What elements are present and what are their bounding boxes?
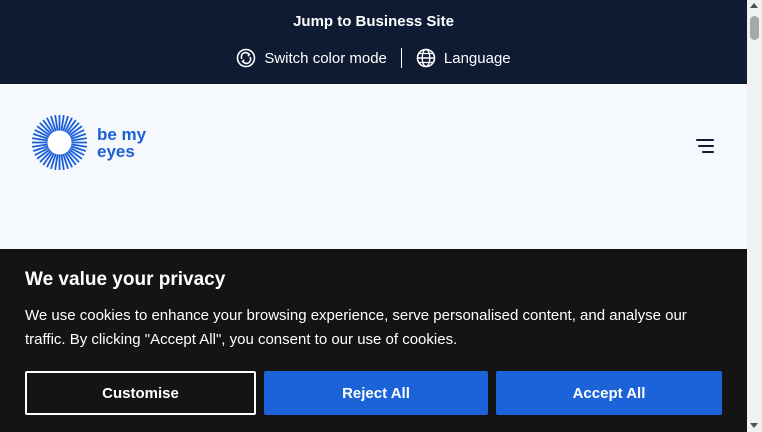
scrollbar[interactable] — [747, 0, 762, 432]
site-logo[interactable]: be my eyes — [32, 115, 146, 170]
logo-line-1: be my — [97, 124, 147, 144]
menu-line-bottom — [702, 151, 714, 153]
language-label: Language — [443, 49, 511, 67]
sunburst-center — [47, 130, 72, 155]
sunburst-logo-icon — [32, 115, 87, 170]
cookie-banner: We value your privacy We use cookies to … — [0, 249, 747, 432]
cookie-title: We value your privacy — [25, 269, 226, 290]
globe-icon — [416, 48, 436, 68]
scroll-up-arrow-icon[interactable] — [750, 3, 758, 8]
top-controls: Switch color mode Language — [0, 48, 747, 68]
color-mode-label: Switch color mode — [264, 49, 387, 67]
top-divider — [400, 48, 402, 68]
scroll-thumb[interactable] — [750, 16, 759, 40]
business-site-link[interactable]: Jump to Business Site — [0, 13, 747, 30]
accept-all-button[interactable]: Accept All — [496, 371, 722, 415]
menu-line-top — [696, 139, 714, 141]
logo-wordmark: be my eyes — [97, 126, 146, 160]
customise-button[interactable]: Customise — [25, 371, 256, 415]
color-mode-toggle[interactable]: Switch color mode — [236, 48, 387, 68]
language-selector[interactable]: Language — [416, 48, 511, 68]
menu-line-middle — [698, 145, 714, 147]
cookie-body: We use cookies to enhance your browsing … — [25, 307, 687, 348]
hamburger-menu-icon[interactable] — [692, 136, 714, 156]
scroll-down-arrow-icon[interactable] — [750, 423, 758, 428]
color-mode-icon — [237, 48, 256, 68]
reject-all-button[interactable]: Reject All — [264, 371, 488, 415]
logo-line-2: eyes — [97, 141, 135, 161]
top-bar: Jump to Business Site Switch color mode … — [0, 0, 747, 84]
